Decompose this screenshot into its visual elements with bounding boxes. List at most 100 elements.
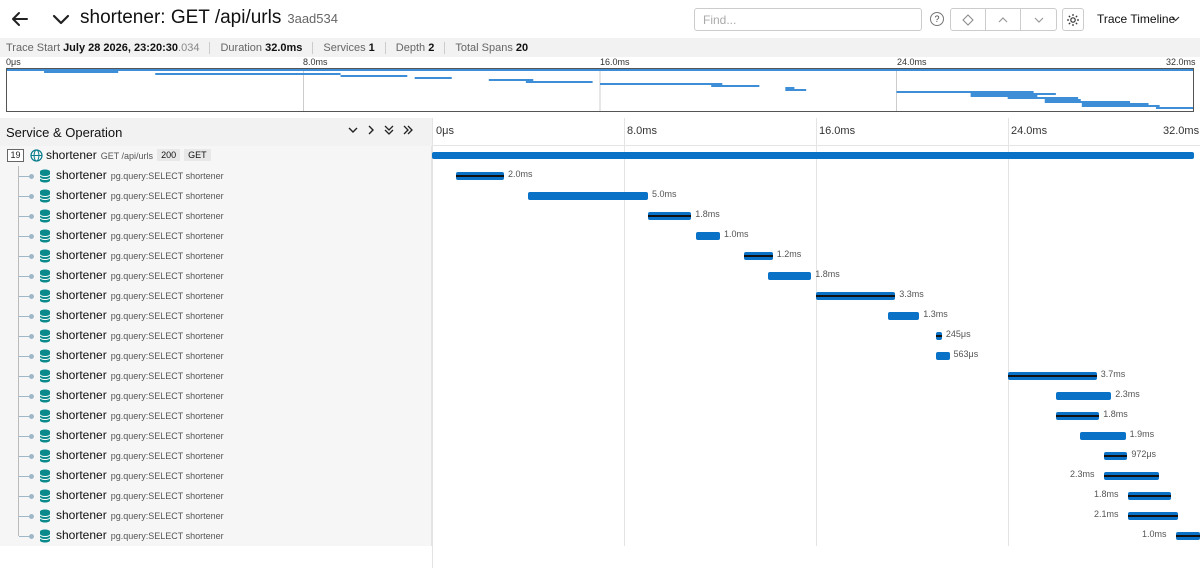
span-row[interactable]: shortener pg.query:SELECT shortener 972μs	[0, 446, 1200, 466]
span-row[interactable]: shortener pg.query:SELECT shortener 1.2ms	[0, 246, 1200, 266]
minimap-span	[785, 87, 795, 89]
span-duration-label: 245μs	[945, 329, 971, 339]
tree-connector	[19, 274, 34, 279]
span-bar[interactable]	[936, 352, 950, 360]
span-bar[interactable]	[1176, 532, 1200, 540]
settings-button[interactable]	[1062, 8, 1084, 31]
minimap-span	[1044, 99, 1081, 101]
database-icon	[39, 389, 51, 403]
span-bar[interactable]	[1128, 512, 1179, 520]
database-icon	[39, 349, 51, 363]
help-icon[interactable]: ?	[930, 12, 944, 26]
span-bar[interactable]	[1128, 492, 1172, 500]
find-input[interactable]	[694, 8, 922, 31]
expand-all-icon[interactable]	[402, 124, 414, 139]
span-bar[interactable]	[1080, 432, 1126, 440]
span-service: shortener pg.query:SELECT shortener	[56, 508, 224, 522]
span-row[interactable]: shortener pg.query:SELECT shortener 2.0ms	[0, 166, 1200, 186]
span-service: shortener pg.query:SELECT shortener	[56, 268, 224, 282]
database-icon	[39, 249, 51, 263]
minimap-tick: 32.0ms	[1166, 57, 1196, 67]
span-service: shortener pg.query:SELECT shortener	[56, 388, 224, 402]
span-row[interactable]: shortener pg.query:SELECT shortener 1.3ms	[0, 306, 1200, 326]
span-bar[interactable]	[816, 292, 896, 300]
trace-minimap[interactable]	[6, 68, 1194, 112]
span-duration-label: 1.2ms	[776, 249, 802, 259]
minimap-span	[896, 91, 1034, 93]
root-span-bar[interactable]	[432, 152, 1194, 159]
span-row[interactable]: shortener pg.query:SELECT shortener 3.3ms	[0, 286, 1200, 306]
span-bar[interactable]	[1104, 472, 1160, 480]
collapse-one-icon[interactable]	[347, 124, 359, 139]
tree-connector	[19, 234, 34, 239]
span-row[interactable]: shortener pg.query:SELECT shortener 1.0ms	[0, 526, 1200, 546]
span-service: shortener pg.query:SELECT shortener	[56, 468, 224, 482]
span-row[interactable]: shortener pg.query:SELECT shortener 2.3ms	[0, 466, 1200, 486]
critical-path-marker	[1056, 415, 1100, 417]
child-count[interactable]: 19	[7, 149, 24, 162]
prev-match-button[interactable]	[986, 9, 1021, 30]
span-service-name: shortener	[56, 508, 107, 522]
collapse-all-icon[interactable]	[383, 124, 395, 139]
timeline-tick: 16.0ms	[819, 125, 856, 137]
tree-connector	[19, 434, 34, 439]
span-row[interactable]: shortener pg.query:SELECT shortener 2.1ms	[0, 506, 1200, 526]
span-row[interactable]: shortener pg.query:SELECT shortener 1.0ms	[0, 226, 1200, 246]
span-bar[interactable]	[1104, 452, 1128, 460]
span-operation: pg.query:SELECT shortener	[110, 271, 224, 281]
next-match-button[interactable]	[1021, 9, 1056, 30]
trace-services: Services 1	[323, 41, 386, 54]
span-bar[interactable]	[936, 332, 942, 340]
span-row[interactable]: shortener pg.query:SELECT shortener 1.8ms	[0, 406, 1200, 426]
chevron-down-icon[interactable]	[52, 9, 70, 29]
database-icon	[39, 269, 51, 283]
span-operation: pg.query:SELECT shortener	[110, 191, 224, 201]
span-bar[interactable]	[528, 192, 648, 200]
timeline-tick: 24.0ms	[1011, 125, 1048, 137]
critical-path-marker	[1128, 495, 1172, 497]
span-operation: pg.query:SELECT shortener	[110, 411, 224, 421]
span-row[interactable]: shortener pg.query:SELECT shortener 1.8ms	[0, 486, 1200, 506]
span-row[interactable]: shortener pg.query:SELECT shortener 1.8ms	[0, 206, 1200, 226]
database-icon	[39, 329, 51, 343]
database-icon	[39, 449, 51, 463]
span-service-name: shortener	[56, 428, 107, 442]
span-row-root[interactable]: 19 shortener GET /api/urls 200 GET	[0, 146, 1200, 166]
span-row[interactable]: shortener pg.query:SELECT shortener 1.8ms	[0, 266, 1200, 286]
span-service-name: shortener	[56, 488, 107, 502]
span-duration-label: 5.0ms	[652, 189, 677, 199]
minimap-span	[1007, 97, 1079, 99]
span-bar[interactable]	[1056, 412, 1100, 420]
minimap-span	[785, 89, 807, 91]
span-service-name: shortener	[56, 308, 107, 322]
span-bar[interactable]	[744, 252, 773, 260]
view-selector[interactable]: Trace Timeline	[1090, 8, 1194, 31]
minimap-span	[1081, 105, 1160, 107]
span-bar[interactable]	[648, 212, 692, 220]
span-row[interactable]: shortener pg.query:SELECT shortener 2.3ms	[0, 386, 1200, 406]
minimap-span	[340, 75, 408, 77]
minimap-tick: 0μs	[6, 57, 21, 67]
span-row[interactable]: shortener pg.query:SELECT shortener 5.0ms	[0, 186, 1200, 206]
span-duration-label: 1.8ms	[695, 209, 720, 219]
minimap-span	[711, 85, 760, 87]
span-row[interactable]: shortener pg.query:SELECT shortener 3.7ms	[0, 366, 1200, 386]
span-bar[interactable]	[1056, 392, 1112, 400]
span-duration-label: 2.3ms	[1070, 469, 1095, 479]
span-row[interactable]: shortener pg.query:SELECT shortener 245μs	[0, 326, 1200, 346]
expand-one-icon[interactable]	[365, 124, 377, 139]
locate-button[interactable]	[951, 9, 986, 30]
span-bar[interactable]	[456, 172, 504, 180]
span-bar[interactable]	[888, 312, 920, 320]
span-bar[interactable]	[696, 232, 720, 240]
span-bar[interactable]	[768, 272, 812, 280]
span-row[interactable]: shortener pg.query:SELECT shortener 1.9ms	[0, 426, 1200, 446]
trace-total-spans: Total Spans 20	[455, 41, 529, 54]
tree-connector	[19, 414, 34, 419]
back-arrow-icon[interactable]	[10, 9, 30, 29]
span-service-name: shortener	[56, 208, 107, 222]
span-row[interactable]: shortener pg.query:SELECT shortener 563μs	[0, 346, 1200, 366]
minimap-tick: 8.0ms	[303, 57, 328, 67]
tree-connector	[19, 354, 34, 359]
span-bar[interactable]	[1008, 372, 1097, 380]
